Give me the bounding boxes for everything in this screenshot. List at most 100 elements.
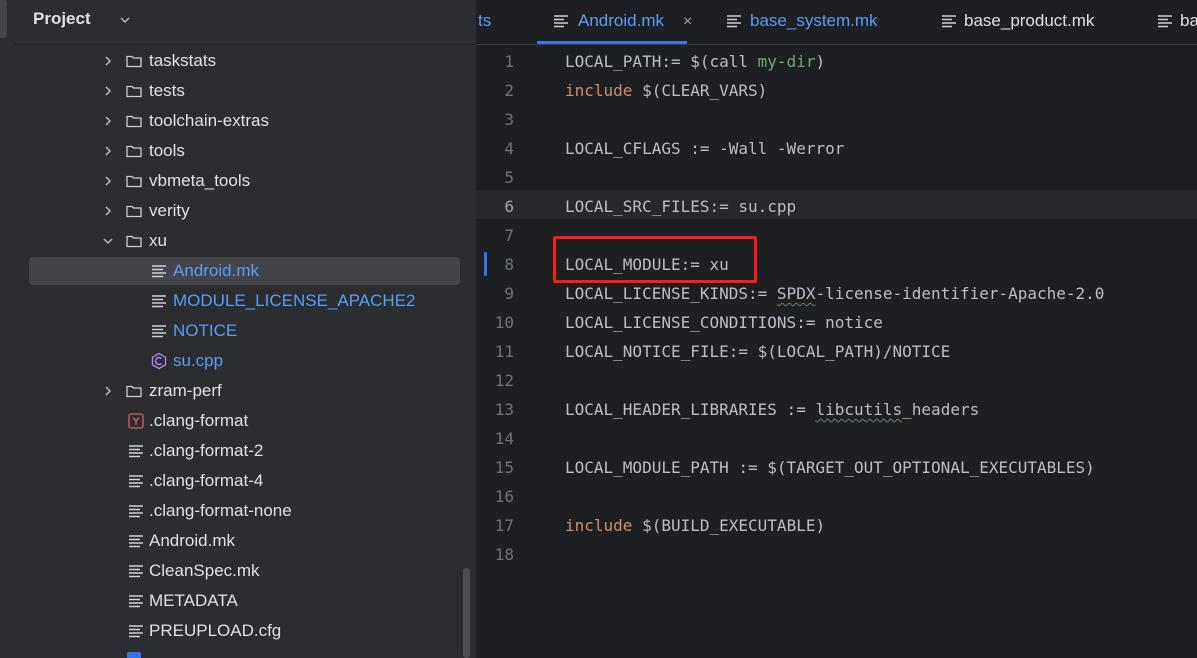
tree-node-label: PREUPLOAD.cfg xyxy=(149,621,282,640)
code-keyword-token: include xyxy=(565,81,633,100)
tree-node-label: xu xyxy=(149,231,167,250)
text-file-icon xyxy=(727,15,741,28)
text-file-icon xyxy=(129,445,143,458)
tree-node-verity[interactable]: verity xyxy=(0,196,470,226)
tree-node-label: tools xyxy=(149,141,185,160)
line-number: 4 xyxy=(504,139,514,158)
line-number: 8 xyxy=(504,255,514,274)
tree-node-label: toolchain-extras xyxy=(149,111,270,130)
code-line-11: LOCAL_NOTICE_FILE:= $(LOCAL_PATH)/NOTICE xyxy=(565,342,951,361)
code-line-17: include $(BUILD_EXECUTABLE) xyxy=(565,516,825,535)
tree-node-clang-format-2[interactable]: .clang-format-2 xyxy=(0,436,470,466)
chevron-right-icon[interactable] xyxy=(101,384,115,398)
folder-icon xyxy=(126,55,142,68)
tree-node-tools[interactable]: tools xyxy=(0,136,470,166)
code-line-1: LOCAL_PATH:= $(call my-dir) xyxy=(565,52,825,71)
code-token: LOCAL_HEADER_LIBRARIES := xyxy=(565,400,816,419)
tree-node-label: su.cpp xyxy=(173,351,224,370)
line-number: 14 xyxy=(494,429,514,448)
chevron-right-icon[interactable] xyxy=(101,114,115,128)
code-token: ) xyxy=(815,52,826,71)
folder-icon xyxy=(126,115,142,128)
folder-icon xyxy=(126,175,142,188)
text-file-icon xyxy=(129,505,143,518)
tree-node-partial[interactable] xyxy=(0,646,470,658)
code-token: LOCAL_PATH:= $(call xyxy=(565,52,758,71)
text-file-icon xyxy=(152,295,166,308)
code-token: LOCAL_LICENSE_KINDS:= xyxy=(565,284,777,303)
chevron-down-icon[interactable] xyxy=(101,234,115,248)
tree-node-root-android-mk[interactable]: Android.mk xyxy=(0,526,470,556)
text-file-icon xyxy=(152,265,166,278)
text-file-icon xyxy=(129,565,143,578)
project-scrollbar-thumb[interactable] xyxy=(463,568,470,658)
tree-node-tests[interactable]: tests xyxy=(0,76,470,106)
tree-node-label: Android.mk xyxy=(149,531,235,550)
code-line-15: LOCAL_MODULE_PATH := $(TARGET_OUT_OPTION… xyxy=(565,458,1095,477)
file-icon xyxy=(127,652,141,658)
folder-icon xyxy=(126,85,142,98)
line-number: 13 xyxy=(494,400,514,419)
active-tab-indicator xyxy=(537,41,687,44)
line-number: 15 xyxy=(494,458,514,477)
chevron-right-icon[interactable] xyxy=(101,54,115,68)
text-file-icon xyxy=(129,595,143,608)
tree-node-zram-perf[interactable]: zram-perf xyxy=(0,376,470,406)
project-view-title[interactable]: Project xyxy=(33,9,91,29)
code-line-13: LOCAL_HEADER_LIBRARIES := libcutils_head… xyxy=(565,400,979,419)
folder-icon xyxy=(126,385,142,398)
line-number: 1 xyxy=(504,52,514,71)
tree-node-taskstats[interactable]: taskstats xyxy=(0,46,470,76)
tree-node-android-mk-selected[interactable]: Android.mk xyxy=(0,256,470,286)
tree-node-cleanspec[interactable]: CleanSpec.mk xyxy=(0,556,470,586)
close-icon[interactable]: × xyxy=(683,13,692,31)
tree-node-su-cpp[interactable]: su.cpp xyxy=(0,346,470,376)
tree-node-xu[interactable]: xu xyxy=(0,226,470,256)
editor-tab-bar: ts Android.mk × base_system.mk base_prod… xyxy=(476,0,1197,45)
tree-node-notice[interactable]: NOTICE xyxy=(0,316,470,346)
text-file-icon xyxy=(129,625,143,638)
code-editor[interactable]: LOCAL_PATH:= $(call my-dir) include $(CL… xyxy=(565,45,1197,658)
tree-node-label: Android.mk xyxy=(173,261,259,280)
line-number: 12 xyxy=(494,371,514,390)
tree-node-label: .clang-format-4 xyxy=(149,471,264,490)
text-file-icon xyxy=(152,325,166,338)
stripe-tab[interactable] xyxy=(0,0,7,38)
code-line-6: LOCAL_SRC_FILES:= su.cpp xyxy=(565,197,797,216)
tree-node-label: METADATA xyxy=(149,591,238,610)
text-file-icon xyxy=(554,15,568,28)
tree-node-vbmeta-tools[interactable]: vbmeta_tools xyxy=(0,166,470,196)
tree-node-label: zram-perf xyxy=(149,381,222,400)
chevron-down-icon[interactable] xyxy=(118,13,132,27)
editor-area: ts Android.mk × base_system.mk base_prod… xyxy=(476,0,1197,658)
line-number: 9 xyxy=(504,284,514,303)
tree-node-label: MODULE_LICENSE_APACHE2 xyxy=(173,291,416,310)
tree-node-clang-format[interactable]: .clang-format xyxy=(0,406,470,436)
text-file-icon xyxy=(129,475,143,488)
text-file-icon xyxy=(942,15,956,28)
tree-node-preupload[interactable]: PREUPLOAD.cfg xyxy=(0,616,470,646)
folder-icon xyxy=(126,205,142,218)
line-number: 16 xyxy=(494,487,514,506)
code-token: _headers xyxy=(902,400,980,419)
tree-node-toolchain-extras[interactable]: toolchain-extras xyxy=(0,106,470,136)
tab-label: base_system.mk xyxy=(750,11,878,30)
tree-node-metadata[interactable]: METADATA xyxy=(0,586,470,616)
chevron-right-icon[interactable] xyxy=(101,204,115,218)
spelling-token: libcutils xyxy=(815,400,903,419)
code-function-token: my-dir xyxy=(757,52,816,71)
code-line-2: include $(CLEAR_VARS) xyxy=(565,81,767,100)
tree-node-module-license[interactable]: MODULE_LICENSE_APACHE2 xyxy=(0,286,470,316)
code-keyword-token: include xyxy=(565,516,633,535)
tree-node-label: tests xyxy=(149,81,185,100)
chevron-right-icon[interactable] xyxy=(101,174,115,188)
tree-node-clang-format-4[interactable]: .clang-format-4 xyxy=(0,466,470,496)
tree-node-label: .clang-format-2 xyxy=(149,441,264,460)
vcs-change-marker[interactable] xyxy=(484,252,487,276)
line-number: 18 xyxy=(494,545,514,564)
tree-node-label: NOTICE xyxy=(173,321,238,340)
chevron-right-icon[interactable] xyxy=(101,84,115,98)
tree-node-clang-format-none[interactable]: .clang-format-none xyxy=(0,496,470,526)
line-number: 5 xyxy=(504,168,514,187)
chevron-right-icon[interactable] xyxy=(101,144,115,158)
